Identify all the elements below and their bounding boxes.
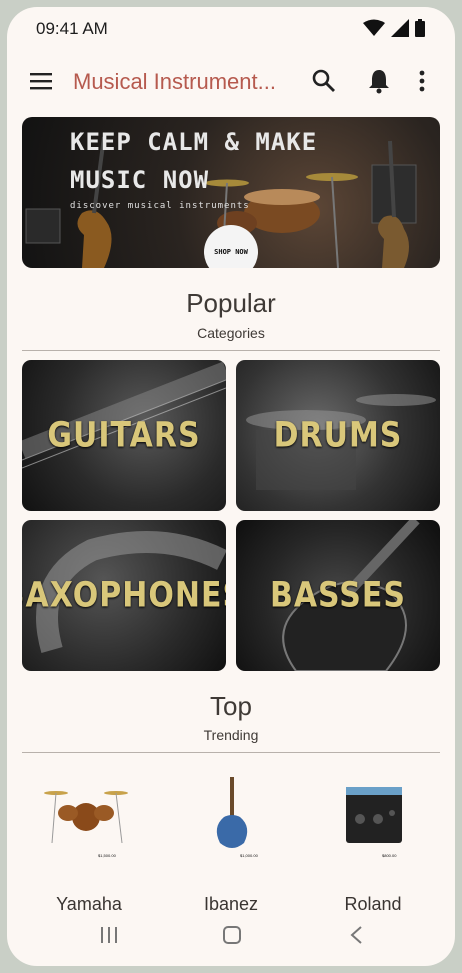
trending-price: $1,000.00 bbox=[240, 853, 259, 858]
popular-subtitle: Categories bbox=[197, 325, 265, 341]
top-divider bbox=[22, 752, 440, 753]
category-label: SAXOPHONES bbox=[22, 575, 226, 616]
recents-icon[interactable] bbox=[99, 925, 119, 945]
back-icon[interactable] bbox=[349, 925, 363, 945]
trending-item-ibanez[interactable]: $1,000.00 Ibanez bbox=[166, 765, 296, 914]
status-bar: 09:41 AM bbox=[7, 7, 455, 49]
banner-subtext: discover musical instruments bbox=[70, 201, 250, 211]
status-icons bbox=[363, 19, 425, 37]
menu-icon[interactable] bbox=[29, 69, 53, 93]
category-drums[interactable]: DRUMS bbox=[236, 360, 440, 511]
drum-module-image: $800.00 bbox=[346, 787, 402, 858]
category-label: GUITARS bbox=[47, 415, 201, 456]
popular-title: Popular bbox=[186, 288, 276, 318]
app-bar: Musical Instrument... bbox=[7, 53, 455, 111]
trending-item-roland[interactable]: $800.00 Roland bbox=[308, 765, 438, 914]
banner-headline: KEEP CALM & MAKE MUSIC NOW bbox=[70, 128, 318, 194]
app-title: Musical Instrument... bbox=[73, 69, 276, 94]
trending-brand: Yamaha bbox=[56, 894, 122, 914]
category-guitars[interactable]: GUITARS bbox=[22, 360, 226, 511]
trending-brand: Ibanez bbox=[203, 894, 259, 914]
category-label: DRUMS bbox=[273, 415, 403, 456]
top-title: Top bbox=[210, 691, 252, 721]
trending-price: $800.00 bbox=[382, 853, 397, 858]
trending-item-yamaha[interactable]: $1,500.00 Yamaha bbox=[24, 765, 154, 914]
top-subtitle: Trending bbox=[203, 727, 259, 743]
bass-guitar-image: $1,000.00 bbox=[216, 777, 259, 858]
bell-icon[interactable] bbox=[367, 68, 391, 94]
signal-icon bbox=[391, 19, 409, 37]
wifi-icon bbox=[363, 19, 385, 36]
search-icon[interactable] bbox=[311, 68, 337, 94]
home-icon[interactable] bbox=[222, 925, 242, 945]
category-basses[interactable]: BASSES bbox=[236, 520, 440, 671]
trending-brand: Roland bbox=[344, 894, 402, 914]
more-vert-icon[interactable] bbox=[417, 68, 427, 94]
drum-kit-image: $1,500.00 bbox=[44, 791, 128, 858]
system-nav-bar bbox=[7, 919, 455, 959]
phone-screen: 09:41 AM Musical Instrument... KEEP CALM… bbox=[7, 7, 455, 966]
status-time: 09:41 AM bbox=[36, 19, 108, 38]
promo-banner[interactable]: KEEP CALM & MAKE MUSIC NOW discover musi… bbox=[22, 117, 440, 268]
category-saxophones[interactable]: SAXOPHONES bbox=[22, 520, 226, 671]
category-label: BASSES bbox=[269, 575, 407, 616]
trending-price: $1,500.00 bbox=[98, 853, 117, 858]
battery-icon bbox=[415, 19, 425, 37]
popular-divider bbox=[22, 350, 440, 351]
